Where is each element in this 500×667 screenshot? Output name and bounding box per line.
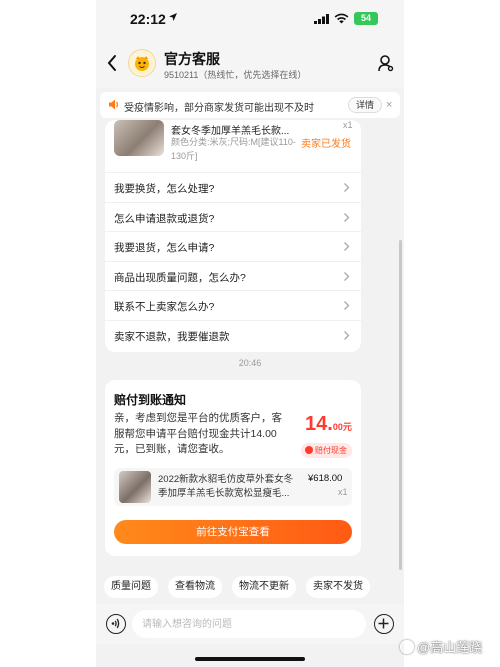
wifi-icon — [334, 13, 349, 24]
service-avatar — [128, 49, 156, 77]
product-spec: 颜色分类:米灰;尺码:M[建议110-130斤] — [171, 137, 296, 161]
product-thumbnail[interactable] — [114, 120, 164, 156]
order-qty: x1 — [338, 487, 348, 497]
faq-question: 怎么申请退款或退货? — [114, 212, 215, 225]
chevron-right-icon — [344, 212, 350, 222]
cash-tag-label: 赔付现金 — [315, 446, 347, 455]
user-menu-icon[interactable] — [378, 54, 394, 72]
close-icon[interactable]: × — [386, 99, 392, 111]
voice-button[interactable] — [106, 614, 126, 634]
home-indicator — [195, 657, 305, 661]
cash-tag: 赔付现金 — [301, 443, 352, 458]
chat-header: 官方客服 9510211（热线忙，优先选择在线） — [96, 40, 404, 88]
compensation-title: 赔付到账通知 — [114, 393, 187, 407]
scrollbar[interactable] — [399, 240, 402, 570]
status-time: 22:12 — [130, 11, 166, 27]
order-item[interactable]: 2022新款水貂毛仿皮草外套女冬季加厚羊羔毛长款宽松显瘦毛... ¥618.00… — [114, 468, 352, 506]
faq-list: 我要换货，怎么处理? 怎么申请退款或退货? 我要退货，怎么申请? 商品出现质量问… — [105, 172, 361, 349]
phone-screen: 22:12 54 官方客服 9510211（热线忙，优先选择在线） 受疫情影响，… — [96, 0, 404, 667]
cellular-signal-icon — [314, 14, 329, 24]
faq-item[interactable]: 怎么申请退款或退货? — [105, 201, 361, 232]
watermark-text: @高山莲跷 — [417, 640, 483, 655]
coin-icon — [305, 446, 313, 454]
watermark-logo-icon — [400, 640, 414, 654]
notice-detail-button[interactable]: 详情 — [348, 97, 383, 113]
status-bar: 22:12 54 — [96, 0, 404, 40]
faq-item[interactable]: 卖家不退款，我要催退款 — [105, 319, 361, 350]
faq-item[interactable]: 我要换货，怎么处理? — [105, 172, 361, 202]
chevron-right-icon — [344, 271, 350, 281]
amount-decimal: 00元 — [332, 422, 352, 432]
plus-icon — [378, 618, 389, 629]
compensation-amount: 14.00元 — [305, 413, 352, 436]
notice-bar: 受疫情影响，部分商家发货可能出现不及时 详情 × — [100, 92, 400, 118]
quick-reply-chip[interactable]: 质量问题 — [104, 576, 158, 598]
faq-item[interactable]: 我要退货，怎么申请? — [105, 231, 361, 261]
compensation-message: 亲，考虑到您是平台的优质客户，客服帮您申请平台赔付现金共计14.00元，已到账，… — [114, 412, 282, 455]
compensation-card: 赔付到账通知 亲，考虑到您是平台的优质客户，客服帮您申请平台赔付现金共计14.0… — [105, 380, 361, 556]
back-arrow-icon[interactable] — [106, 54, 118, 72]
chevron-right-icon — [344, 242, 350, 251]
order-status: 卖家已发货 — [301, 139, 351, 150]
page-title: 官方客服 — [164, 51, 220, 67]
watermark: @高山莲跷 — [400, 637, 482, 656]
quick-reply-chip[interactable]: 查看物流 — [168, 576, 222, 598]
faq-question: 我要换货，怎么处理? — [114, 183, 215, 195]
notice-text: 受疫情影响，部分商家发货可能出现不及时 — [124, 103, 314, 114]
faq-question: 商品出现质量问题，怎么办? — [114, 271, 246, 284]
location-arrow-icon — [169, 13, 177, 21]
more-button[interactable] — [374, 614, 394, 634]
open-alipay-button[interactable]: 前往支付宝查看 — [114, 520, 352, 544]
chevron-right-icon — [344, 330, 350, 340]
voice-icon — [111, 618, 120, 629]
faq-question: 卖家不退款，我要催退款 — [114, 330, 230, 343]
battery-indicator: 54 — [354, 12, 378, 25]
order-price: ¥618.00 — [308, 473, 343, 484]
order-name: 2022新款水貂毛仿皮草外套女冬季加厚羊羔毛长款宽松显瘦毛... — [158, 474, 294, 499]
faq-card: 套女冬季加厚羊羔毛长款... 颜色分类:米灰;尺码:M[建议110-130斤] … — [105, 120, 361, 352]
quick-reply-chip[interactable]: 卖家不发货 — [306, 576, 370, 598]
amount-integer: 14. — [305, 413, 333, 435]
message-input[interactable] — [142, 610, 356, 638]
quick-reply-chip[interactable]: 物流不更新 — [232, 576, 296, 598]
speaker-icon — [109, 99, 119, 110]
product-qty: x1 — [343, 120, 353, 130]
message-field[interactable] — [132, 610, 366, 638]
faq-item[interactable]: 联系不上卖家怎么办? — [105, 290, 361, 320]
quick-replies: 质量问题 查看物流 物流不更新 卖家不发货 — [96, 574, 404, 600]
chevron-right-icon — [344, 183, 350, 192]
mascot-icon — [135, 56, 149, 71]
faq-question: 我要退货，怎么申请? — [114, 242, 215, 254]
faq-question: 联系不上卖家怎么办? — [114, 301, 215, 313]
message-timestamp: 20:46 — [238, 358, 262, 368]
chevron-right-icon — [344, 301, 350, 310]
faq-item[interactable]: 商品出现质量问题，怎么办? — [105, 260, 361, 291]
hotline-subtitle: 9510211（热线忙，优先选择在线） — [164, 70, 307, 80]
input-bar — [96, 604, 404, 644]
order-thumbnail — [119, 471, 151, 503]
